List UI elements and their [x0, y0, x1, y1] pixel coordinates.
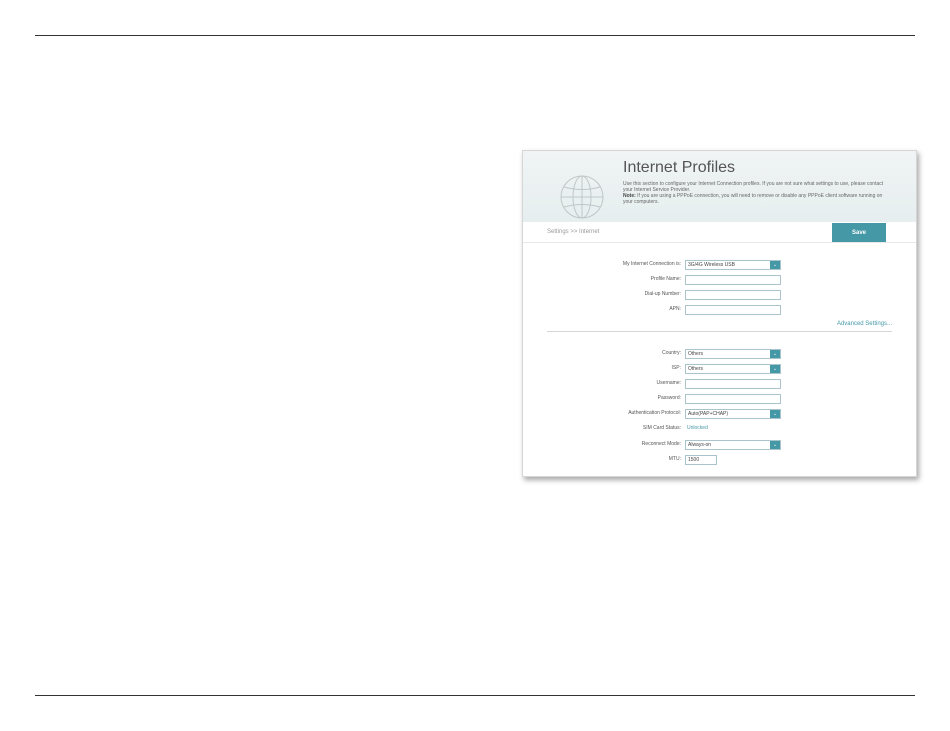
password-row: Password:: [523, 394, 916, 404]
globe-icon: [560, 175, 604, 219]
connection-type-value: 3G/4G Wireless USB: [688, 262, 735, 268]
country-label: Country:: [662, 350, 681, 356]
sim-status-row: SIM Card Status: Unlocked: [523, 424, 916, 434]
breadcrumb[interactable]: Settings >> Internet: [547, 229, 599, 235]
profile-name-label: Profile Name:: [650, 276, 681, 282]
mtu-label: MTU:: [668, 456, 681, 462]
page-header: Internet Profiles Use this section to co…: [523, 151, 916, 222]
apn-row: APN:: [523, 305, 916, 315]
page-bottom-rule: [35, 695, 915, 696]
chevron-down-icon[interactable]: ⌄: [770, 410, 780, 418]
password-input[interactable]: [685, 394, 781, 404]
isp-select[interactable]: Others ⌄: [685, 364, 781, 374]
apn-input[interactable]: [685, 305, 781, 315]
chevron-down-icon[interactable]: ⌄: [770, 261, 780, 269]
connection-type-label: My Internet Connection is:: [622, 261, 681, 267]
page-title: Internet Profiles: [623, 159, 736, 176]
reconnect-mode-value: Always-on: [688, 442, 712, 448]
reconnect-mode-row: Reconnect Mode: Always-on ⌄: [523, 440, 916, 450]
reconnect-mode-select[interactable]: Always-on ⌄: [685, 440, 781, 450]
mtu-input[interactable]: 1500: [685, 455, 717, 465]
dialup-number-input[interactable]: [685, 290, 781, 300]
note-text: If you are using a PPPoE connection, you…: [623, 193, 883, 205]
description-text: Use this section to configure your Inter…: [623, 181, 884, 193]
chevron-down-icon[interactable]: ⌄: [770, 365, 780, 373]
chevron-down-icon[interactable]: ⌄: [770, 350, 780, 358]
section-divider: [547, 331, 892, 332]
save-button[interactable]: Save: [832, 223, 886, 242]
reconnect-mode-label: Reconnect Mode:: [641, 441, 681, 447]
country-value: Others: [688, 351, 704, 357]
profile-name-row: Profile Name:: [523, 275, 916, 285]
username-input[interactable]: [685, 379, 781, 389]
mtu-row: MTU: 1500: [523, 455, 916, 465]
connection-type-row: My Internet Connection is: 3G/4G Wireles…: [523, 260, 916, 270]
sim-status-label: SIM Card Status:: [642, 425, 681, 431]
connection-type-select[interactable]: 3G/4G Wireless USB ⌄: [685, 260, 781, 270]
country-select[interactable]: Others ⌄: [685, 349, 781, 359]
advanced-settings-link[interactable]: Advanced Settings...: [837, 321, 892, 327]
auth-protocol-row: Authentication Protocol: Auto(PAP+CHAP) …: [523, 409, 916, 419]
username-row: Username:: [523, 379, 916, 389]
chevron-down-icon[interactable]: ⌄: [770, 441, 780, 449]
page-top-rule: [35, 35, 915, 36]
router-settings-window: Internet Profiles Use this section to co…: [522, 150, 917, 477]
country-row: Country: Others ⌄: [523, 349, 916, 359]
auth-protocol-value: Auto(PAP+CHAP): [688, 411, 729, 417]
isp-row: ISP: Others ⌄: [523, 364, 916, 374]
dialup-number-label: Dial-up Number:: [644, 291, 681, 297]
password-label: Password:: [657, 395, 681, 401]
auth-protocol-label: Authentication Protocol:: [628, 410, 681, 416]
auth-protocol-select[interactable]: Auto(PAP+CHAP) ⌄: [685, 409, 781, 419]
apn-label: APN:: [669, 306, 681, 312]
sim-status-value: Unlocked: [687, 425, 708, 431]
isp-value: Others: [688, 366, 704, 372]
page-description: Use this section to configure your Inter…: [623, 181, 893, 205]
username-label: Username:: [656, 380, 681, 386]
profile-name-input[interactable]: [685, 275, 781, 285]
dialup-number-row: Dial-up Number:: [523, 290, 916, 300]
isp-label: ISP:: [671, 365, 681, 371]
